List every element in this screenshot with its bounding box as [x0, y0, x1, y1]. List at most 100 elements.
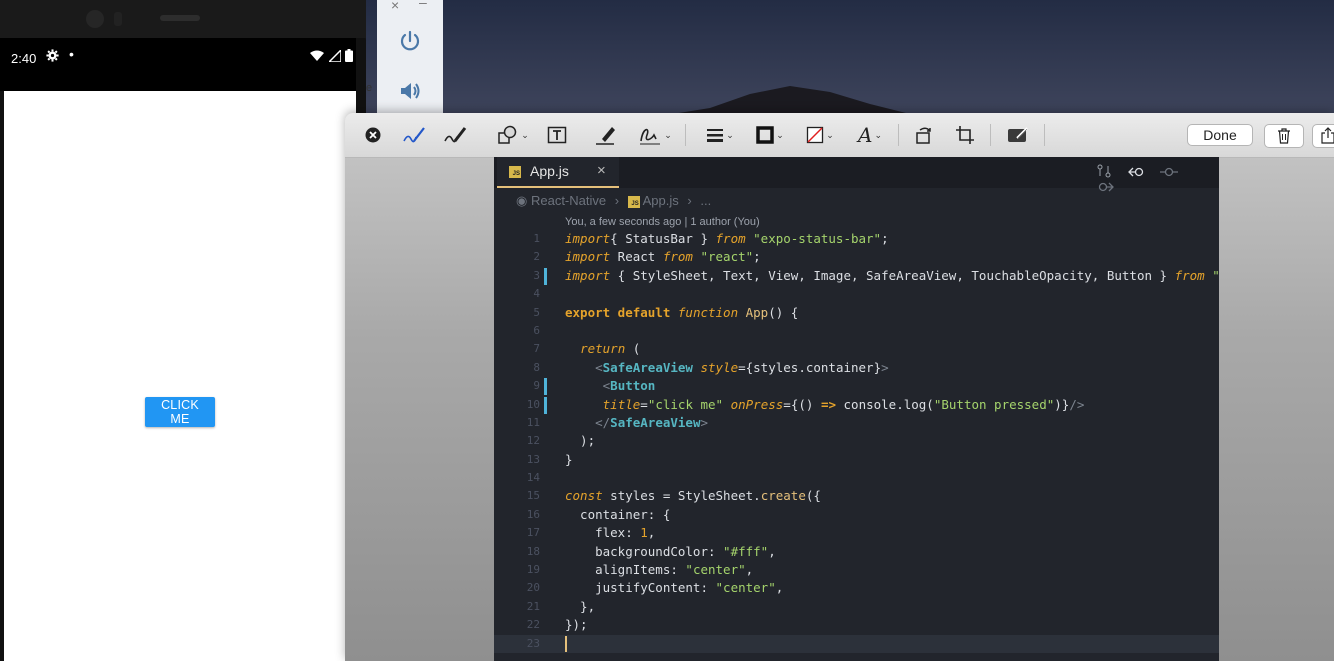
status-time: 2:40 — [11, 51, 37, 66]
code-text: alignItems: "center", — [565, 561, 753, 579]
code-line[interactable]: 9 <Button — [494, 377, 1219, 396]
toolbar-divider — [1044, 124, 1045, 146]
code-line[interactable]: 11 </SafeAreaView> — [494, 414, 1219, 432]
code-line[interactable]: 3 import { StyleSheet, Text, View, Image,… — [494, 267, 1219, 285]
gear-icon — [46, 49, 59, 65]
close-emulator-button[interactable]: × — [391, 0, 399, 13]
line-style-icon[interactable]: ⌄ — [701, 123, 739, 147]
code-token: = — [640, 396, 648, 412]
go-back-icon[interactable] — [1127, 166, 1149, 181]
code-token: import — [565, 231, 611, 246]
code-token: "Button pressed" — [933, 396, 1055, 412]
code-line[interactable]: 20 justifyContent: "center", — [494, 579, 1219, 597]
code-token: import — [565, 249, 611, 265]
description-icon[interactable] — [1005, 123, 1031, 147]
code-token: Button — [610, 378, 656, 394]
code-line[interactable]: 6 — [494, 322, 1219, 340]
code-token: )} — [1054, 396, 1070, 412]
compare-icon[interactable] — [1097, 164, 1115, 181]
partial-window-text: e — [366, 82, 373, 94]
code-token: container: { — [565, 506, 671, 522]
code-token: justifyContent: — [565, 580, 716, 596]
line-number: 1 — [533, 232, 540, 245]
code-line[interactable]: 12 ); — [494, 432, 1219, 450]
line-number: 3 — [533, 268, 540, 282]
text-box-icon[interactable] — [545, 123, 569, 147]
code-line[interactable]: 7 return ( — [494, 340, 1219, 358]
folder-icon: ◉ — [516, 193, 528, 208]
code-token: "#fff" — [723, 543, 769, 559]
border-color-icon[interactable]: ⌄ — [751, 123, 789, 147]
code-line[interactable]: 14 — [494, 469, 1219, 487]
rotate-icon[interactable] — [912, 123, 936, 147]
code-line[interactable]: 23 — [494, 634, 1219, 653]
trash-icon[interactable] — [1264, 124, 1304, 148]
line-number: 16 — [526, 507, 540, 521]
breadcrumb-separator: › — [614, 193, 620, 208]
code-line[interactable]: 1 import{ StatusBar } from "expo-status-b… — [494, 230, 1219, 248]
code-area[interactable]: 1 import{ StatusBar } from "expo-status-b… — [494, 230, 1219, 653]
code-token: const — [565, 488, 603, 504]
line-number: 2 — [533, 250, 540, 264]
code-token: SafeAreaView — [602, 359, 693, 375]
code-line[interactable]: 18 backgroundColor: "#fff", — [494, 543, 1219, 561]
code-line[interactable]: 13} — [494, 451, 1219, 469]
code-line[interactable]: 8 <SafeAreaView style={styles.container}… — [494, 359, 1219, 377]
shapes-icon[interactable]: ⌄ — [495, 123, 531, 147]
crop-icon[interactable] — [953, 123, 977, 147]
share-icon[interactable] — [1312, 124, 1334, 148]
sketch-icon[interactable] — [401, 123, 427, 147]
tab-app-js[interactable]: JS App.js × — [497, 157, 619, 188]
volume-icon[interactable] — [399, 80, 421, 102]
minimize-emulator-button[interactable]: – — [419, 0, 427, 10]
battery-icon — [345, 49, 354, 62]
close-circle-icon[interactable] — [363, 123, 383, 147]
breadcrumb-separator: › — [687, 193, 692, 208]
code-text: }); — [565, 616, 588, 634]
breadcrumb-more[interactable]: ... — [700, 193, 711, 208]
code-line[interactable]: 21 }, — [494, 598, 1219, 616]
highlight-icon[interactable] — [593, 123, 617, 147]
fill-color-icon[interactable]: ⌄ — [801, 123, 839, 147]
close-tab-icon[interactable]: × — [597, 162, 606, 179]
code-token: from — [662, 249, 693, 265]
text-style-icon[interactable]: A ⌄ — [851, 123, 889, 147]
code-line[interactable]: 19 alignItems: "center", — [494, 561, 1219, 579]
code-line[interactable]: 15 const styles = StyleSheet.create({ — [494, 487, 1219, 505]
code-token: => — [820, 396, 836, 412]
chevron-down-icon: ⌄ — [664, 129, 672, 140]
code-line[interactable]: 16 container: { — [494, 506, 1219, 524]
commit-icon[interactable] — [1160, 166, 1179, 181]
chevron-down-icon: ⌄ — [776, 129, 784, 140]
line-number: 22 — [526, 618, 540, 632]
javascript-file-icon: JS — [509, 166, 521, 178]
code-token: }, — [565, 598, 596, 614]
editor-actions — [1097, 164, 1219, 196]
emulator-controls-panel: × – — [377, 0, 443, 113]
code-line[interactable]: 17 flex: 1, — [494, 524, 1219, 542]
chevron-down-icon: ⌄ — [874, 129, 882, 140]
chevron-down-icon: ⌄ — [521, 129, 529, 140]
code-line[interactable]: 10 title="click me" onPress={() => conso… — [494, 396, 1219, 414]
code-line[interactable]: 22}); — [494, 616, 1219, 634]
power-icon[interactable] — [399, 30, 421, 52]
phone-top-bezel — [0, 0, 366, 38]
code-line[interactable]: 2 import React from "react"; — [494, 248, 1219, 266]
breadcrumb-folder[interactable]: React-Native — [531, 193, 606, 208]
modified-line-indicator — [544, 378, 547, 396]
code-text: justifyContent: "center", — [565, 579, 783, 597]
code-token: SafeAreaView — [610, 414, 701, 430]
breadcrumb-file[interactable]: App.js — [643, 193, 679, 208]
code-token: < — [595, 359, 603, 375]
code-line[interactable]: 5 export default function App() { — [494, 304, 1219, 322]
text-style-glyph: A — [858, 123, 873, 147]
go-forward-icon[interactable] — [1097, 181, 1115, 196]
code-line[interactable]: 4 — [494, 285, 1219, 303]
code-token: ( — [625, 341, 641, 357]
signature-icon[interactable]: ⌄ — [637, 123, 673, 147]
click-me-button[interactable]: CLICK ME — [145, 397, 215, 427]
draw-icon[interactable] — [442, 123, 468, 147]
done-button[interactable]: Done — [1187, 124, 1253, 146]
breadcrumb: ◉ React-Native › JS App.js › ... — [516, 193, 711, 209]
